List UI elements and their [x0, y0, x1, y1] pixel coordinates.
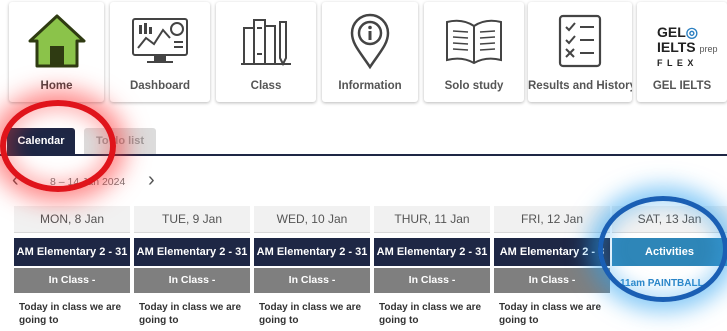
- nav-label: Solo study: [444, 80, 504, 92]
- logo-line2-suffix: prep: [699, 43, 718, 54]
- nav-results-history[interactable]: Results and History: [528, 2, 632, 102]
- class-status-wed: In Class -: [254, 268, 370, 293]
- class-event-tue[interactable]: AM Elementary 2 - 31: [134, 238, 250, 266]
- nav-class[interactable]: Class: [216, 2, 316, 102]
- dashboard-icon: [110, 10, 210, 72]
- week-range: 8 – 14 Jan 2024: [50, 176, 126, 188]
- logo-swirl-icon: ◎: [685, 23, 698, 40]
- info-pin-icon: [322, 10, 418, 72]
- logo-line2: IELTS: [657, 38, 696, 55]
- next-week-chevron-icon[interactable]: ›: [148, 170, 155, 190]
- nav-solo-study[interactable]: Solo study: [424, 2, 524, 102]
- class-event-thu[interactable]: AM Elementary 2 - 31: [374, 238, 490, 266]
- day-header-mon: MON, 8 Jan: [14, 206, 130, 233]
- nav-dashboard[interactable]: Dashboard: [110, 2, 210, 102]
- class-status-thu: In Class -: [374, 268, 490, 293]
- day-header-thu: THUR, 11 Jan: [374, 206, 490, 233]
- class-event-mon[interactable]: AM Elementary 2 - 31: [14, 238, 130, 266]
- class-note-wed: Today in class we are going to: [259, 302, 362, 326]
- class-note-mon: Today in class we are going to: [19, 302, 122, 326]
- nav-label: Information: [338, 80, 402, 92]
- top-navigation: Home Dashboard Class Information Solo st…: [0, 0, 727, 104]
- nav-label: Dashboard: [129, 80, 191, 92]
- class-event-wed[interactable]: AM Elementary 2 - 31: [254, 238, 370, 266]
- class-status-tue: In Class -: [134, 268, 250, 293]
- day-header-tue: TUE, 9 Jan: [134, 206, 250, 233]
- day-header-fri: FRI, 12 Jan: [494, 206, 610, 233]
- nav-label: Home: [40, 80, 73, 92]
- class-status-fri: In Class -: [494, 268, 610, 293]
- activities-event-sat[interactable]: Activities: [612, 238, 727, 266]
- day-header-sat: SAT, 13 Jan: [612, 206, 727, 233]
- nav-gel-ielts[interactable]: GEL◎ IELTS prep F L E X GEL IELTS: [637, 2, 727, 102]
- day-header-wed: WED, 10 Jan: [254, 206, 370, 233]
- nav-label: Results and History: [528, 80, 632, 92]
- logo-line3: F L E X: [657, 57, 695, 68]
- class-event-fri[interactable]: AM Elementary 2 - 3: [494, 238, 610, 266]
- tab-calendar[interactable]: Calendar: [7, 128, 75, 154]
- nav-information[interactable]: Information: [322, 2, 418, 102]
- class-status-mon: In Class -: [14, 268, 130, 293]
- class-note-fri: Today in class we are going to: [499, 302, 602, 326]
- tab-underline: [0, 154, 727, 156]
- prev-week-chevron-icon[interactable]: ‹: [12, 170, 19, 190]
- tab-todo-list[interactable]: To do list: [84, 128, 156, 154]
- checklist-icon: [528, 10, 632, 72]
- gel-logo: GEL◎ IELTS prep F L E X: [637, 16, 727, 78]
- book-icon: [424, 10, 524, 72]
- nav-label: Class: [250, 80, 282, 92]
- class-note-thu: Today in class we are going to: [379, 302, 482, 326]
- home-icon: [9, 10, 104, 72]
- class-note-tue: Today in class we are going to: [139, 302, 242, 326]
- logo-line1: GEL: [657, 23, 686, 40]
- nav-home[interactable]: Home: [9, 2, 104, 102]
- paintball-activity[interactable]: 11am PAINTBALL: [620, 278, 704, 289]
- class-icon: [216, 10, 316, 72]
- nav-label: GEL IELTS: [652, 80, 712, 92]
